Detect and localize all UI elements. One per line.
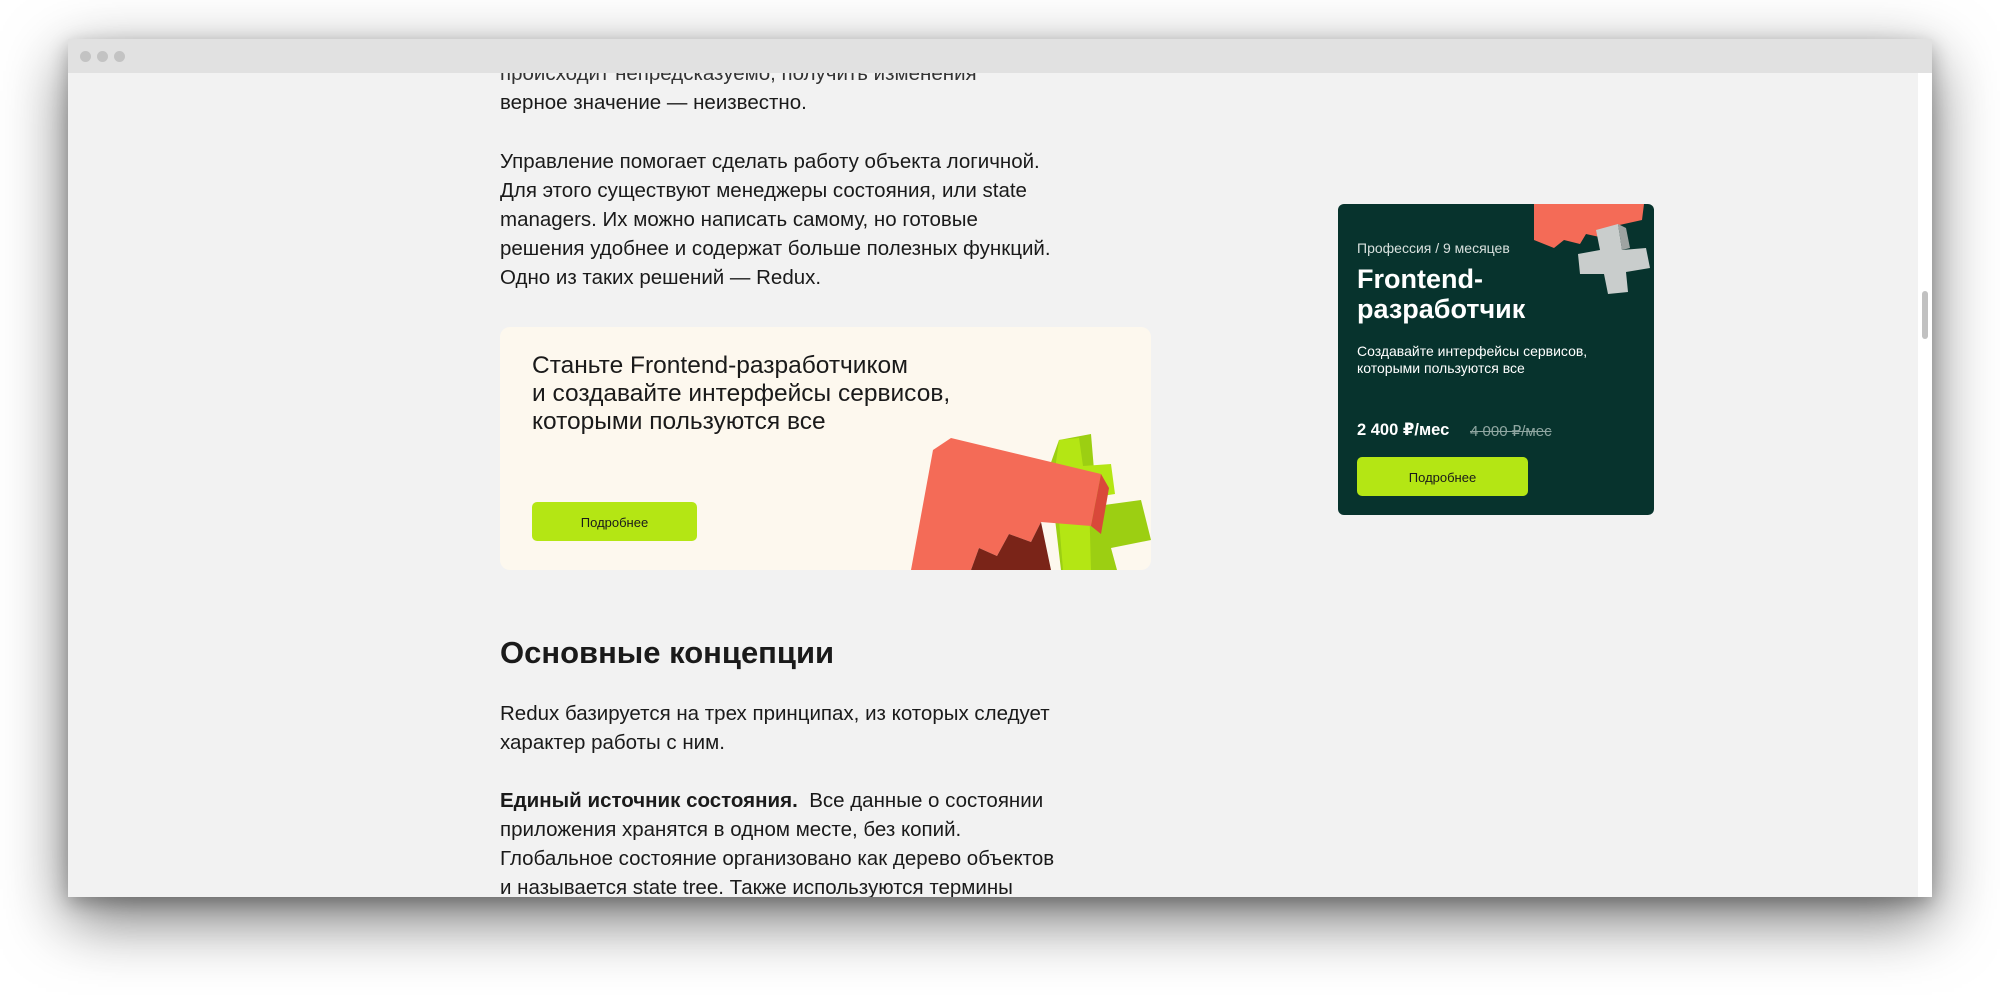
card-price: 2 400 ₽/мес <box>1357 421 1450 439</box>
paragraph-line: Единый источник состояния. Все данные о … <box>500 786 1190 815</box>
paragraph-line: Одно из таких решений — Redux. <box>500 266 822 289</box>
promo-title: Станьте Frontend-разработчиком и создава… <box>532 352 1032 436</box>
window-close-dot[interactable] <box>80 51 91 62</box>
paragraph-line: Для этого существуют менеджеры состояния… <box>500 179 1027 202</box>
course-ad-card[interactable]: Профессия / 9 месяцев Frontend- разработ… <box>1338 204 1654 515</box>
window-maximize-dot[interactable] <box>114 51 125 62</box>
page-viewport: происходит непредсказуемо, получить изме… <box>68 73 1932 897</box>
bold-term: Единый источник состояния. <box>500 789 798 812</box>
paragraph-line: Redux базируется на трех принципах, из к… <box>500 702 1050 725</box>
paragraph-line: верное значение — неизвестно. <box>500 91 807 114</box>
promo-more-button[interactable]: Подробнее <box>532 502 697 541</box>
card-title-line: разработчик <box>1357 294 1526 324</box>
card-description-line: которыми пользуются все <box>1357 360 1525 376</box>
promo-banner: Станьте Frontend-разработчиком и создава… <box>500 327 1151 570</box>
browser-window: происходит непредсказуемо, получить изме… <box>68 39 1932 897</box>
card-description: Создавайте интерфейсы сервисов, которыми… <box>1357 343 1627 377</box>
paragraph-text: Все данные о состоянии <box>809 789 1044 812</box>
paragraph-line: решения удобнее и содержат больше полезн… <box>500 237 1051 260</box>
section-heading: Основные концепции <box>500 635 835 670</box>
scrollbar-thumb[interactable] <box>1922 291 1928 339</box>
card-meta: Профессия / 9 месяцев <box>1357 240 1510 256</box>
paragraph-line: характер работы с ним. <box>500 731 725 754</box>
paragraph-line: и называется state tree. Также использую… <box>500 876 1013 897</box>
paragraph-line: Управление помогает сделать работу объек… <box>500 150 1040 173</box>
card-title: Frontend- разработчик <box>1357 264 1617 324</box>
partial-paragraph-line: происходит непредсказуемо, получить изме… <box>500 73 977 85</box>
window-titlebar <box>68 39 1932 73</box>
card-old-price: 4 000 ₽/мес <box>1470 423 1552 440</box>
window-minimize-dot[interactable] <box>97 51 108 62</box>
vertical-scrollbar[interactable] <box>1918 73 1932 897</box>
card-title-line: Frontend- <box>1357 264 1483 294</box>
card-description-line: Создавайте интерфейсы сервисов, <box>1357 343 1588 359</box>
promo-title-line: и создавайте интерфейсы сервисов, <box>532 380 951 407</box>
promo-title-line: Станьте Frontend-разработчиком <box>532 352 908 379</box>
promo-3d-shapes-illustration <box>911 434 1151 570</box>
paragraph-line: приложения хранятся в одном месте, без к… <box>500 818 962 841</box>
paragraph-line: Глобальное состояние организовано как де… <box>500 847 1055 870</box>
card-more-button[interactable]: Подробнее <box>1357 457 1528 496</box>
paragraph-line: managers. Их можно написать самому, но г… <box>500 208 978 231</box>
